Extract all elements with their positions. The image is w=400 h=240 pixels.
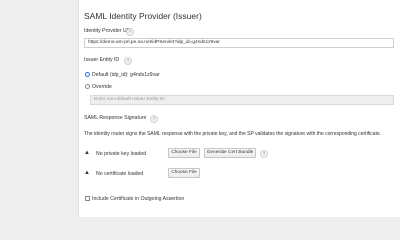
default-entity-label: Default (idp_id): g4nds1z9var xyxy=(92,72,160,78)
certificate-choose-file-button[interactable]: Choose File xyxy=(168,168,200,178)
private-key-warning-icon: ▲ xyxy=(84,150,90,156)
cert-bundle-help-icon[interactable]: ? xyxy=(260,150,268,158)
override-entity-label: Override xyxy=(92,84,112,90)
certificate-status: No certificate loaded xyxy=(96,171,144,177)
generate-cert-bundle-button[interactable]: Generate Cert Bundle xyxy=(204,148,256,158)
certificate-warning-icon: ▲ xyxy=(84,170,90,176)
private-key-status: No private key loaded xyxy=(96,151,147,157)
issuer-entity-help-icon[interactable]: ? xyxy=(124,56,132,65)
signature-description: The identity router signs the SAML respo… xyxy=(84,131,382,137)
default-entity-radio[interactable] xyxy=(85,72,90,77)
idp-url-help-icon[interactable]: ? xyxy=(126,27,134,36)
private-key-choose-file-button[interactable]: Choose File xyxy=(168,148,200,158)
override-entity-radio[interactable] xyxy=(85,84,90,89)
include-cert-checkbox[interactable] xyxy=(85,196,90,201)
include-cert-label: Include Certificate in Outgoing Assertio… xyxy=(92,195,185,202)
override-entity-field[interactable]: Enter non-default Issuer Entity ID xyxy=(90,95,394,105)
signature-label: SAML Response Signature xyxy=(84,115,147,121)
issuer-entity-label: Issuer Entity ID xyxy=(84,57,120,63)
signature-help-icon[interactable]: ? xyxy=(150,114,158,123)
section-title: SAML Identity Provider (Issuer) xyxy=(84,11,202,21)
idp-url-field[interactable]: https://demo-am-prl.pe.na.net/idPServlet… xyxy=(84,38,394,48)
